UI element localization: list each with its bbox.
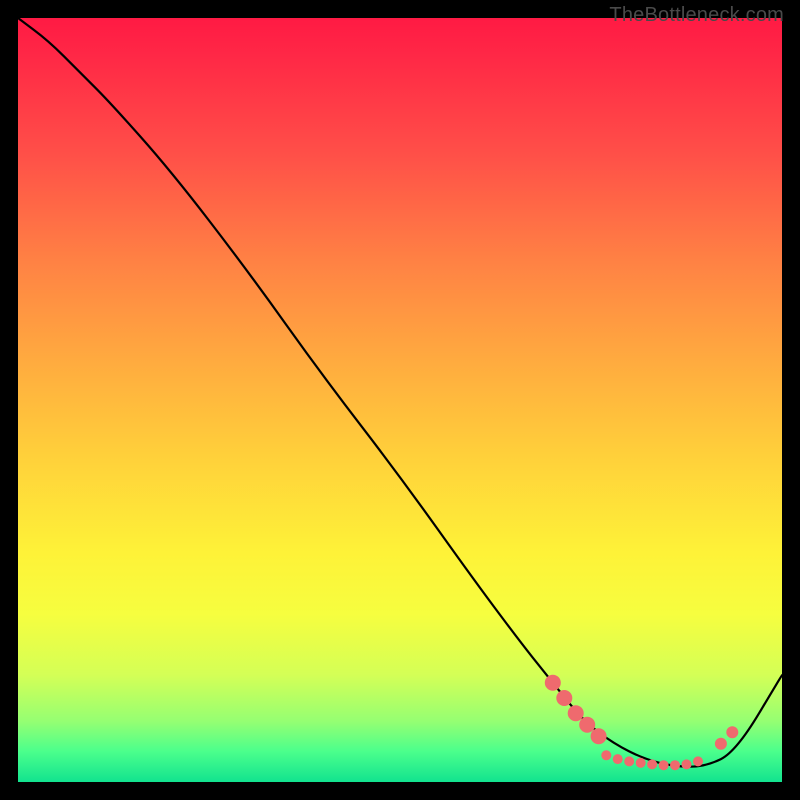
data-marker (601, 750, 611, 760)
curve-path (18, 18, 782, 767)
data-marker (647, 759, 657, 769)
data-marker (591, 728, 607, 744)
data-marker (624, 756, 634, 766)
data-marker (693, 756, 703, 766)
chart-plot-area (18, 18, 782, 782)
data-marker (556, 690, 572, 706)
data-marker (659, 760, 669, 770)
chart-svg (18, 18, 782, 782)
data-marker (726, 726, 738, 738)
data-marker (715, 738, 727, 750)
data-marker (568, 705, 584, 721)
watermark-text: TheBottleneck.com (609, 4, 784, 27)
data-marker (579, 717, 595, 733)
data-marker (545, 675, 561, 691)
data-marker (636, 758, 646, 768)
data-marker (613, 754, 623, 764)
data-marker (682, 759, 692, 769)
data-marker (670, 760, 680, 770)
